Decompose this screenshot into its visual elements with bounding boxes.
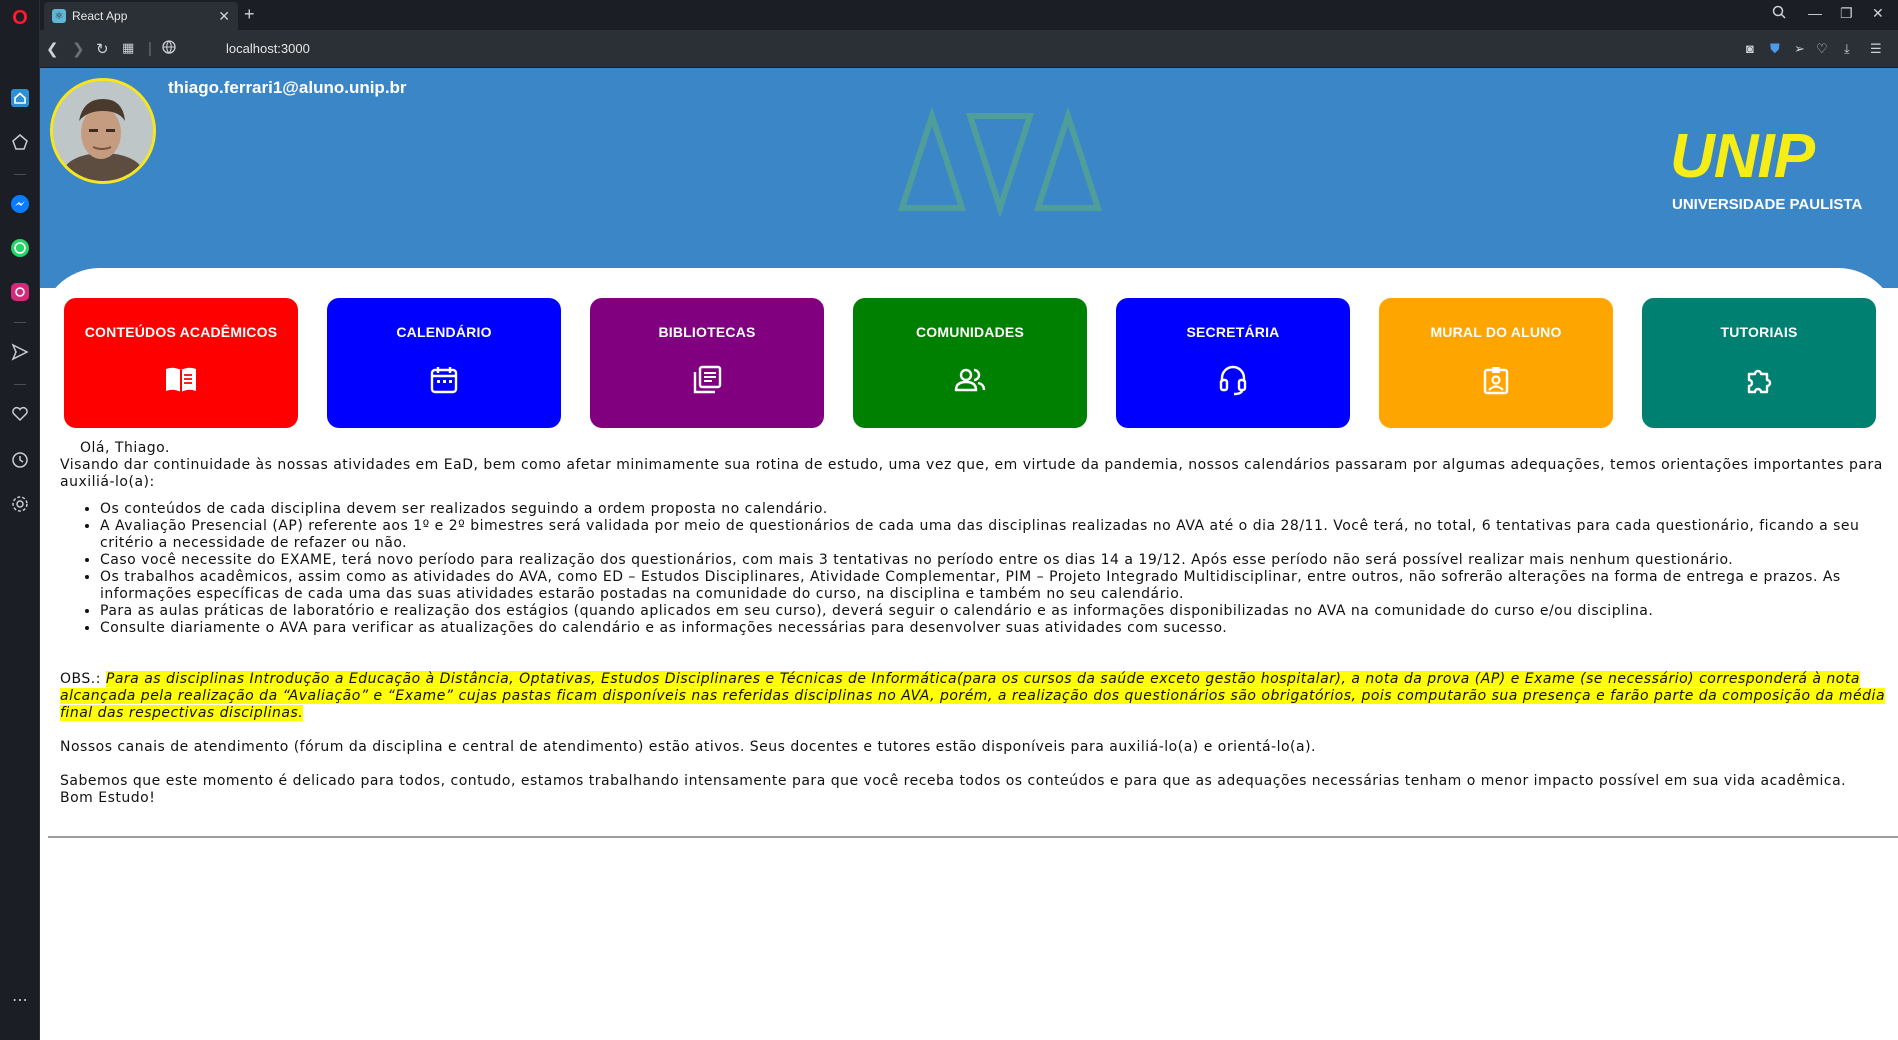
channels-text: Nossos canais de atendimento (fórum da d… — [60, 739, 1316, 755]
nav-card-calendario[interactable]: CALENDÁRIO — [327, 298, 561, 428]
unip-logo-title: UNIP — [1670, 122, 1815, 191]
calendar-icon — [426, 362, 462, 398]
send-icon[interactable] — [8, 340, 32, 364]
page-header: thiago.ferrari1@aluno.unip.br UNIP UNIVE… — [40, 68, 1898, 288]
tab-react-app[interactable]: ⚛ React App ✕ — [44, 2, 238, 30]
restore-button[interactable]: ❐ — [1840, 5, 1853, 22]
book-open-icon — [163, 362, 199, 398]
nav-card-label: CALENDÁRIO — [396, 324, 492, 340]
tab-bar: ⚛ React App ✕ + — ❐ ✕ — [40, 0, 1898, 30]
list-item: Consulte diariamente o AVA para verifica… — [100, 620, 1896, 637]
snapshot-icon[interactable]: ◙ — [1746, 41, 1754, 56]
nav-card-label: BIBLIOTECAS — [658, 324, 756, 340]
nav-card-bibliotecas[interactable]: BIBLIOTECAS — [590, 298, 824, 428]
content-divider — [48, 836, 1898, 838]
whatsapp-icon[interactable] — [8, 236, 32, 260]
intro-text: Visando dar continuidade às nossas ativi… — [60, 457, 1883, 490]
signoff-text: Bom Estudo! — [60, 790, 156, 806]
opera-logo-icon[interactable]: O — [8, 6, 32, 30]
forward-button[interactable]: ❯ — [72, 40, 85, 58]
speed-dial-icon[interactable] — [8, 130, 32, 154]
obs-highlight-text: Para as disciplinas Introdução a Educaçã… — [60, 671, 1886, 721]
library-icon — [689, 362, 725, 398]
headset-icon — [1215, 362, 1251, 398]
bookmark-heart-icon[interactable]: ♡ — [1816, 41, 1828, 57]
unip-logo-subtitle: UNIVERSIDADE PAULISTA — [1672, 196, 1863, 213]
obs-paragraph: OBS.: Para as disciplinas Introdução a E… — [60, 671, 1896, 722]
search-tabs-icon[interactable] — [1772, 5, 1786, 22]
nav-card-secretaria[interactable]: SECRETÁRIA — [1116, 298, 1350, 428]
home-icon[interactable] — [8, 86, 32, 110]
list-item: Os conteúdos de cada disciplina devem se… — [100, 501, 1896, 518]
announcement-message: Olá, Thiago. Visando dar continuidade às… — [60, 440, 1896, 807]
list-item: A Avaliação Presencial (AP) referente ao… — [100, 518, 1896, 552]
user-avatar[interactable] — [50, 78, 156, 184]
puzzle-icon — [1741, 362, 1777, 398]
minimize-button[interactable]: — — [1808, 5, 1822, 21]
messenger-icon[interactable] — [8, 192, 32, 216]
nav-card-label: TUTORIAIS — [1720, 324, 1798, 340]
list-item: Para as aulas práticas de laboratório e … — [100, 603, 1896, 620]
list-item: Caso você necessite do EXAME, terá novo … — [100, 552, 1896, 569]
greeting-text: Olá, Thiago. — [80, 440, 170, 456]
nav-card-label: MURAL DO ALUNO — [1430, 324, 1562, 340]
reload-button[interactable]: ↻ — [96, 40, 109, 58]
browser-sidebar: O ⋯ — [0, 0, 40, 1040]
ava-logo-icon — [897, 108, 1103, 218]
nav-card-comunidades[interactable]: COMUNIDADES — [853, 298, 1087, 428]
settings-icon[interactable] — [8, 492, 32, 516]
nav-cards: CONTEÚDOS ACADÊMICOS CALENDÁRIO BIBLIOTE… — [64, 298, 1876, 428]
site-info-icon[interactable] — [162, 40, 176, 58]
menu-icon[interactable]: ☰ — [1870, 41, 1882, 57]
url-input[interactable]: localhost:3000 — [226, 41, 310, 56]
people-icon — [952, 362, 988, 398]
back-button[interactable]: ❮ — [46, 40, 59, 58]
obs-label: OBS.: — [60, 671, 101, 687]
closing-text: Sabemos que este momento é delicado para… — [60, 773, 1847, 789]
send-page-icon[interactable]: ➢ — [1794, 41, 1805, 57]
tabs-grid-button[interactable]: ▦ — [122, 40, 134, 56]
close-tab-icon[interactable]: ✕ — [218, 8, 230, 25]
nav-card-tutoriais[interactable]: TUTORIAIS — [1642, 298, 1876, 428]
download-icon[interactable]: ⤓ — [1844, 41, 1850, 57]
list-item: Os trabalhos acadêmicos, assim como as a… — [100, 569, 1896, 603]
nav-card-label: COMUNIDADES — [916, 324, 1024, 340]
react-favicon-icon: ⚛ — [52, 9, 66, 23]
page-viewport: thiago.ferrari1@aluno.unip.br UNIP UNIVE… — [40, 68, 1898, 1040]
user-email: thiago.ferrari1@aluno.unip.br — [168, 78, 407, 97]
new-tab-button[interactable]: + — [244, 4, 255, 25]
more-icon[interactable]: ⋯ — [8, 988, 32, 1012]
close-window-button[interactable]: ✕ — [1872, 5, 1884, 22]
nav-card-mural-do-aluno[interactable]: MURAL DO ALUNO — [1379, 298, 1613, 428]
badge-icon — [1478, 362, 1514, 398]
nav-card-conteudos-academicos[interactable]: CONTEÚDOS ACADÊMICOS — [64, 298, 298, 428]
heart-icon[interactable] — [8, 402, 32, 426]
nav-card-label: CONTEÚDOS ACADÊMICOS — [84, 324, 278, 340]
address-bar: ❮ ❯ ↻ ▦ | localhost:3000 ◙ ⛊ ➢ ♡ ⤓ ☰ — [40, 30, 1898, 68]
instagram-icon[interactable] — [8, 280, 32, 304]
nav-card-label: SECRETÁRIA — [1186, 324, 1280, 340]
orientation-list: Os conteúdos de cada disciplina devem se… — [100, 501, 1896, 637]
shield-icon[interactable]: ⛊ — [1770, 41, 1780, 57]
history-icon[interactable] — [8, 448, 32, 472]
tab-title: React App — [72, 9, 128, 23]
